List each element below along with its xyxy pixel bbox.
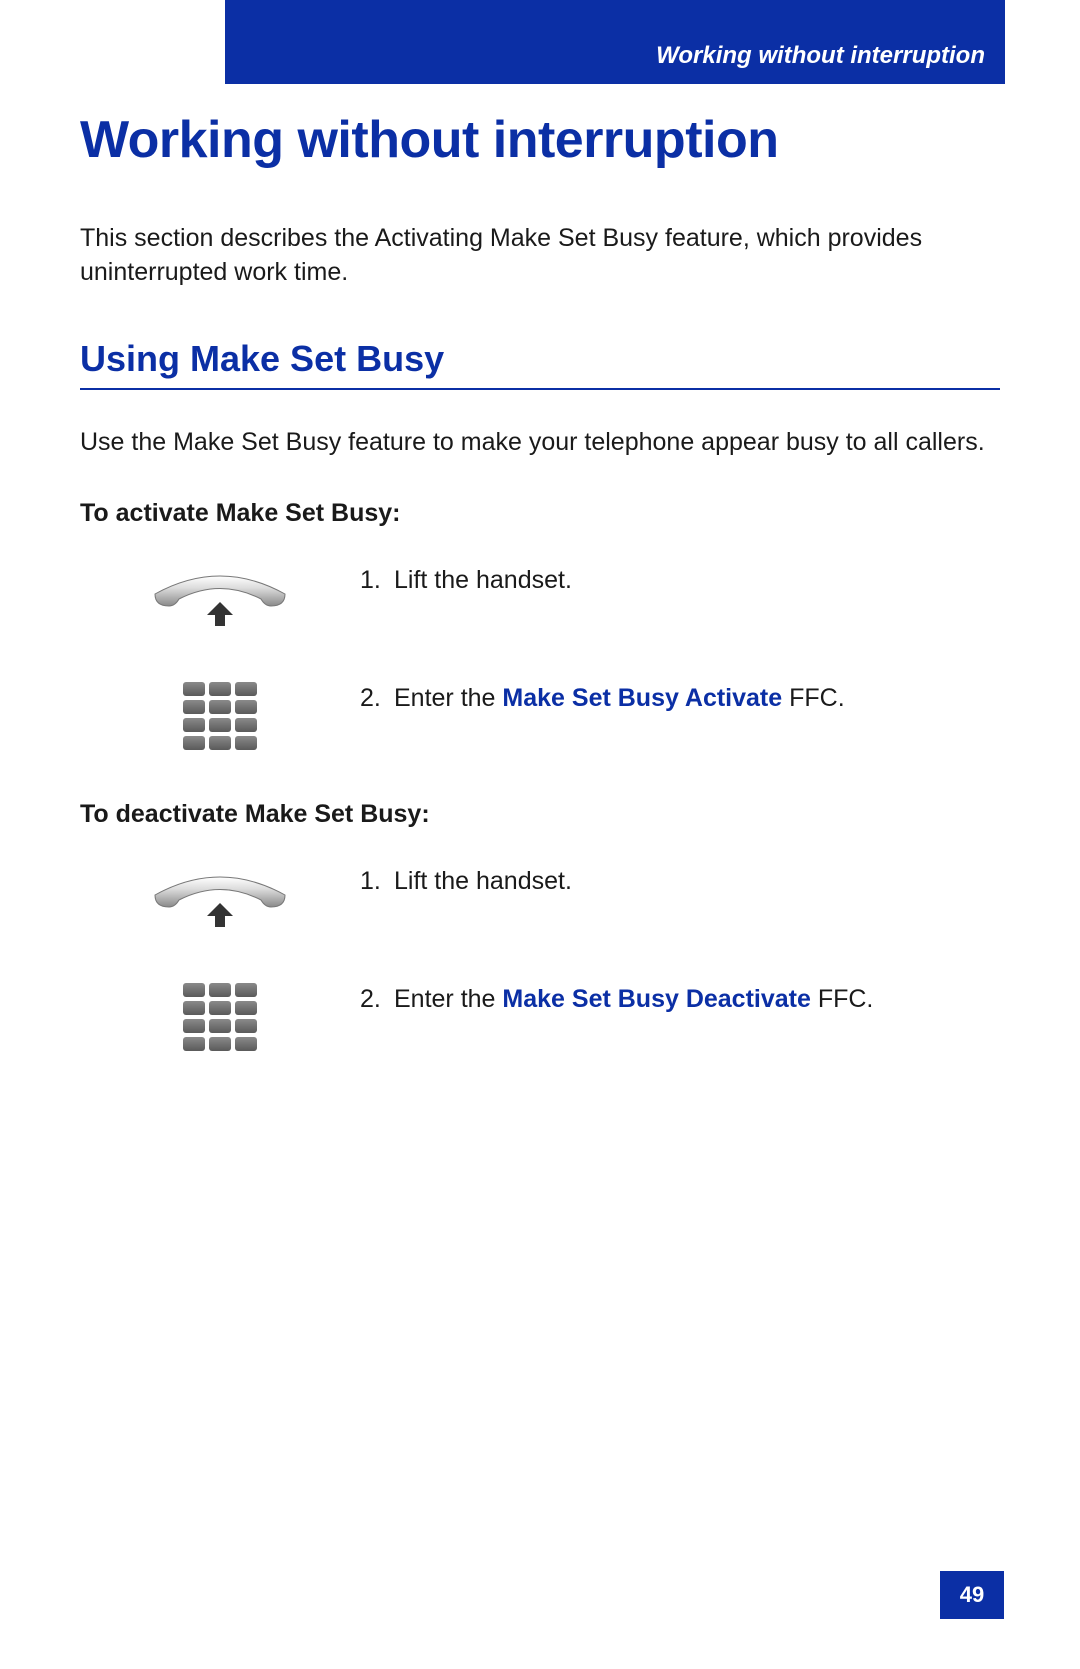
step-text: 2. Enter the Make Set Busy Activate FFC. [360, 682, 1000, 716]
step-text: 2. Enter the Make Set Busy Deactivate FF… [360, 983, 1000, 1017]
keypad-icon [183, 983, 257, 1051]
step-row: 2. Enter the Make Set Busy Deactivate FF… [80, 983, 1000, 1051]
step-post: Lift the handset. [394, 566, 572, 594]
icon-col [80, 983, 360, 1051]
icon-col [80, 564, 360, 634]
page-title: Working without interruption [80, 110, 1000, 170]
step-body: Enter the Make Set Busy Activate FFC. [394, 682, 1000, 716]
step-body: Lift the handset. [394, 564, 1000, 598]
deactivate-block: To deactivate Make Set Busy: [80, 800, 1000, 1051]
page-content: Working without interruption This sectio… [80, 110, 1000, 1101]
step-post: Lift the handset. [394, 867, 572, 895]
handset-icon [145, 865, 295, 935]
step-body: Enter the Make Set Busy Deactivate FFC. [394, 983, 1000, 1017]
step-em: Make Set Busy Deactivate [502, 985, 810, 1013]
step-number: 1. [360, 564, 394, 598]
step-text: 1. Lift the handset. [360, 564, 1000, 598]
step-pre: Enter the [394, 985, 502, 1013]
step-post: FFC. [811, 985, 874, 1013]
step-row: 2. Enter the Make Set Busy Activate FFC. [80, 682, 1000, 750]
deactivate-heading: To deactivate Make Set Busy: [80, 800, 1000, 829]
step-row: 1. Lift the handset. [80, 564, 1000, 634]
section-heading: Using Make Set Busy [80, 338, 1000, 390]
step-em: Make Set Busy Activate [502, 684, 782, 712]
intro-paragraph: This section describes the Activating Ma… [80, 222, 1000, 290]
step-number: 2. [360, 682, 394, 716]
page-number: 49 [940, 1571, 1004, 1619]
activate-block: To activate Make Set Busy: [80, 499, 1000, 750]
step-number: 1. [360, 865, 394, 899]
page-number-value: 49 [960, 1582, 984, 1608]
step-body: Lift the handset. [394, 865, 1000, 899]
icon-col [80, 682, 360, 750]
header-bar: Working without interruption [225, 0, 1005, 84]
step-pre: Enter the [394, 684, 502, 712]
section-paragraph: Use the Make Set Busy feature to make yo… [80, 426, 1000, 460]
activate-heading: To activate Make Set Busy: [80, 499, 1000, 528]
icon-col [80, 865, 360, 935]
keypad-icon [183, 682, 257, 750]
handset-icon [145, 564, 295, 634]
running-title: Working without interruption [656, 42, 985, 70]
step-row: 1. Lift the handset. [80, 865, 1000, 935]
step-post: FFC. [782, 684, 845, 712]
step-text: 1. Lift the handset. [360, 865, 1000, 899]
step-number: 2. [360, 983, 394, 1017]
